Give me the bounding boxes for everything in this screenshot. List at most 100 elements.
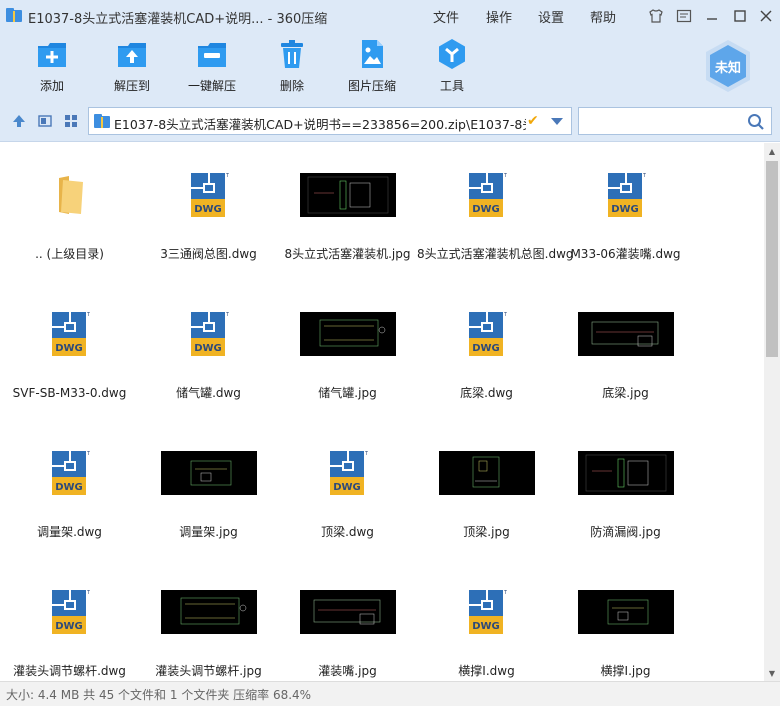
svg-text:DWG: DWG <box>333 482 361 493</box>
file-name: 横撑Ⅰ.dwg <box>458 664 515 678</box>
image-thumbnail <box>299 173 396 217</box>
header-area: E1037-8头立式活塞灌装机CAD+说明... - 360压缩 文件 操作 设… <box>0 0 780 100</box>
file-name: 顶梁.dwg <box>321 525 374 539</box>
file-name: 防滴漏阀.jpg <box>590 525 661 539</box>
maximize-button[interactable] <box>730 6 750 26</box>
extract-to-label: 解压到 <box>113 79 150 93</box>
toolbar: 添加 解压到 一键解压 删除 图片压缩 工具 未知 <box>0 36 780 100</box>
extract-to-button[interactable]: 解压到 <box>92 36 172 98</box>
address-bar[interactable]: E1037-8头立式活塞灌装机CAD+说明书==233856=200.zip\E… <box>88 107 572 135</box>
tools-button[interactable]: 工具 <box>412 36 492 98</box>
file-item[interactable]: DWG TM 底梁.dwg <box>417 282 556 412</box>
file-name: 灌装嘴.jpg <box>318 664 377 678</box>
one-click-extract-label: 一键解压 <box>187 79 236 93</box>
dwg-file-icon: DWG TM <box>190 173 229 217</box>
svg-text:TM: TM <box>225 312 229 318</box>
file-name: 底梁.jpg <box>602 386 649 400</box>
file-item[interactable]: DWG TM 灌装头调节螺杆.dwg <box>0 560 139 681</box>
file-list: .. (上级目录) DWG TM 3三通阀总图.dwg 8头立式活塞灌装机.jpg DWG… <box>0 143 764 681</box>
scroll-up-button[interactable]: ▲ <box>764 143 780 159</box>
list-view-icon <box>38 115 52 127</box>
one-click-extract-icon <box>198 43 226 67</box>
menu-operation[interactable]: 操作 <box>486 7 512 26</box>
file-item[interactable]: DWG TM 调量架.dwg <box>0 421 139 551</box>
dwg-file-icon: DWG TM <box>51 312 90 356</box>
file-item[interactable]: 底梁.jpg <box>556 282 695 412</box>
file-name: 8头立式活塞灌装机总图.dwg <box>417 247 574 261</box>
arrow-up-icon <box>13 115 25 127</box>
file-item[interactable]: DWG TM 8头立式活塞灌装机总图.dwg <box>417 143 574 273</box>
dropdown-arrow-icon[interactable] <box>551 118 563 125</box>
menu-help[interactable]: 帮助 <box>590 7 616 26</box>
svg-text:DWG: DWG <box>472 621 500 632</box>
file-name: 8头立式活塞灌装机.jpg <box>284 247 411 261</box>
skin-button[interactable] <box>646 6 666 26</box>
file-item[interactable]: 8头立式活塞灌装机.jpg <box>278 143 417 273</box>
minimize-button[interactable] <box>702 6 722 26</box>
file-name: 顶梁.jpg <box>463 525 510 539</box>
svg-text:TM: TM <box>503 590 507 596</box>
dwg-file-icon: DWG TM <box>190 312 229 356</box>
verified-check-icon: ✔ <box>527 113 539 129</box>
file-item[interactable]: 灌装嘴.jpg <box>278 560 417 681</box>
svg-text:TM: TM <box>86 451 90 457</box>
file-item[interactable]: DWG TM 3三通阀总图.dwg <box>139 143 278 273</box>
add-button[interactable]: 添加 <box>12 36 92 98</box>
image-compress-icon <box>362 40 383 68</box>
image-thumbnail <box>577 451 674 495</box>
grid-view-icon <box>65 115 77 127</box>
file-item[interactable]: DWG TM SVF-SB-M33-0.dwg <box>0 282 139 412</box>
search-icon[interactable] <box>747 113 765 131</box>
file-item[interactable]: 防滴漏阀.jpg <box>556 421 695 551</box>
svg-text:TM: TM <box>86 312 90 318</box>
file-name: 横撑Ⅰ.jpg <box>600 664 651 678</box>
file-item[interactable]: 储气罐.jpg <box>278 282 417 412</box>
file-item[interactable]: 灌装头调节螺杆.jpg <box>139 560 278 681</box>
add-label: 添加 <box>39 79 64 93</box>
image-thumbnail <box>438 451 535 495</box>
svg-text:DWG: DWG <box>55 343 83 354</box>
vertical-scrollbar[interactable]: ▲ ▼ <box>764 143 780 681</box>
title-bar: E1037-8头立式活塞灌装机CAD+说明... - 360压缩 文件 操作 设… <box>0 0 780 32</box>
unknown-badge[interactable]: 未知 <box>702 38 754 94</box>
close-button[interactable] <box>756 6 776 26</box>
file-item[interactable]: DWG TM 储气罐.dwg <box>139 282 278 412</box>
delete-label: 删除 <box>279 79 304 93</box>
menu-settings[interactable]: 设置 <box>538 7 564 26</box>
file-name: 调量架.jpg <box>179 525 238 539</box>
file-name: 底梁.dwg <box>460 386 513 400</box>
file-item[interactable]: 横撑Ⅰ.jpg <box>556 560 695 681</box>
svg-text:DWG: DWG <box>194 343 222 354</box>
svg-text:DWG: DWG <box>194 204 222 215</box>
menu-file[interactable]: 文件 <box>433 7 459 26</box>
scroll-thumb[interactable] <box>766 161 778 357</box>
file-name: M33-06灌装嘴.dwg <box>570 247 681 261</box>
file-name: 调量架.dwg <box>37 525 102 539</box>
search-box[interactable] <box>578 107 772 135</box>
search-input[interactable] <box>583 112 743 130</box>
detail-view-button[interactable] <box>36 112 54 130</box>
image-thumbnail <box>160 451 257 495</box>
svg-text:TM: TM <box>642 173 646 179</box>
file-item[interactable]: .. (上级目录) <box>0 143 139 273</box>
dwg-file-icon: DWG TM <box>468 173 507 217</box>
svg-text:DWG: DWG <box>55 482 83 493</box>
file-name: .. (上级目录) <box>35 247 104 261</box>
image-compress-button[interactable]: 图片压缩 <box>332 36 412 98</box>
thumbnail-view-button[interactable] <box>62 112 80 130</box>
one-click-extract-button[interactable]: 一键解压 <box>172 36 252 98</box>
file-item[interactable]: DWG TM 横撑Ⅰ.dwg <box>417 560 556 681</box>
feedback-button[interactable] <box>674 6 694 26</box>
file-name: 储气罐.jpg <box>318 386 377 400</box>
scroll-down-button[interactable]: ▼ <box>764 665 780 681</box>
up-button[interactable] <box>10 112 28 130</box>
file-item[interactable]: 顶梁.jpg <box>417 421 556 551</box>
file-item[interactable]: DWG TM 顶梁.dwg <box>278 421 417 551</box>
delete-icon <box>281 40 303 68</box>
file-item[interactable]: 调量架.jpg <box>139 421 278 551</box>
add-icon <box>38 43 66 67</box>
dwg-file-icon: DWG TM <box>607 173 646 217</box>
image-thumbnail <box>160 590 257 634</box>
file-item[interactable]: DWG TM M33-06灌装嘴.dwg <box>556 143 695 273</box>
delete-button[interactable]: 删除 <box>252 36 332 98</box>
